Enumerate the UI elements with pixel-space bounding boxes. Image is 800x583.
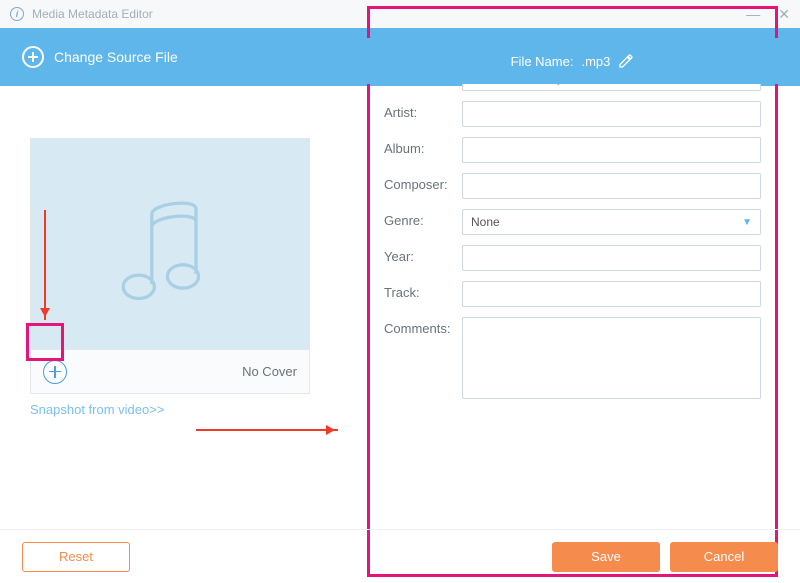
edit-icon[interactable]	[618, 53, 634, 69]
cover-art-panel: No Cover	[30, 138, 310, 394]
footer: Reset Save Cancel	[0, 529, 800, 583]
plus-icon	[22, 46, 44, 68]
reset-button[interactable]: Reset	[22, 542, 130, 572]
add-cover-button[interactable]	[43, 360, 67, 384]
no-cover-label: No Cover	[242, 364, 297, 379]
snapshot-from-video-link[interactable]: Snapshot from video>>	[30, 402, 164, 417]
filename-value: .mp3	[581, 54, 610, 69]
save-button[interactable]: Save	[552, 542, 660, 572]
cancel-button[interactable]: Cancel	[670, 542, 778, 572]
cover-footer: No Cover	[31, 349, 309, 393]
info-icon: i	[10, 7, 24, 21]
music-note-icon	[105, 191, 235, 321]
annotation-arrow-down	[44, 210, 46, 320]
close-button[interactable]: ✕	[778, 6, 790, 23]
change-source-label: Change Source File	[54, 49, 178, 65]
filename-label: File Name:	[511, 54, 574, 69]
annotation-arrow-right	[196, 429, 338, 431]
filename-bar: File Name: .mp3	[367, 38, 778, 84]
body: No Cover Snapshot from video>>	[0, 86, 800, 529]
change-source-button[interactable]: Change Source File	[0, 46, 178, 68]
